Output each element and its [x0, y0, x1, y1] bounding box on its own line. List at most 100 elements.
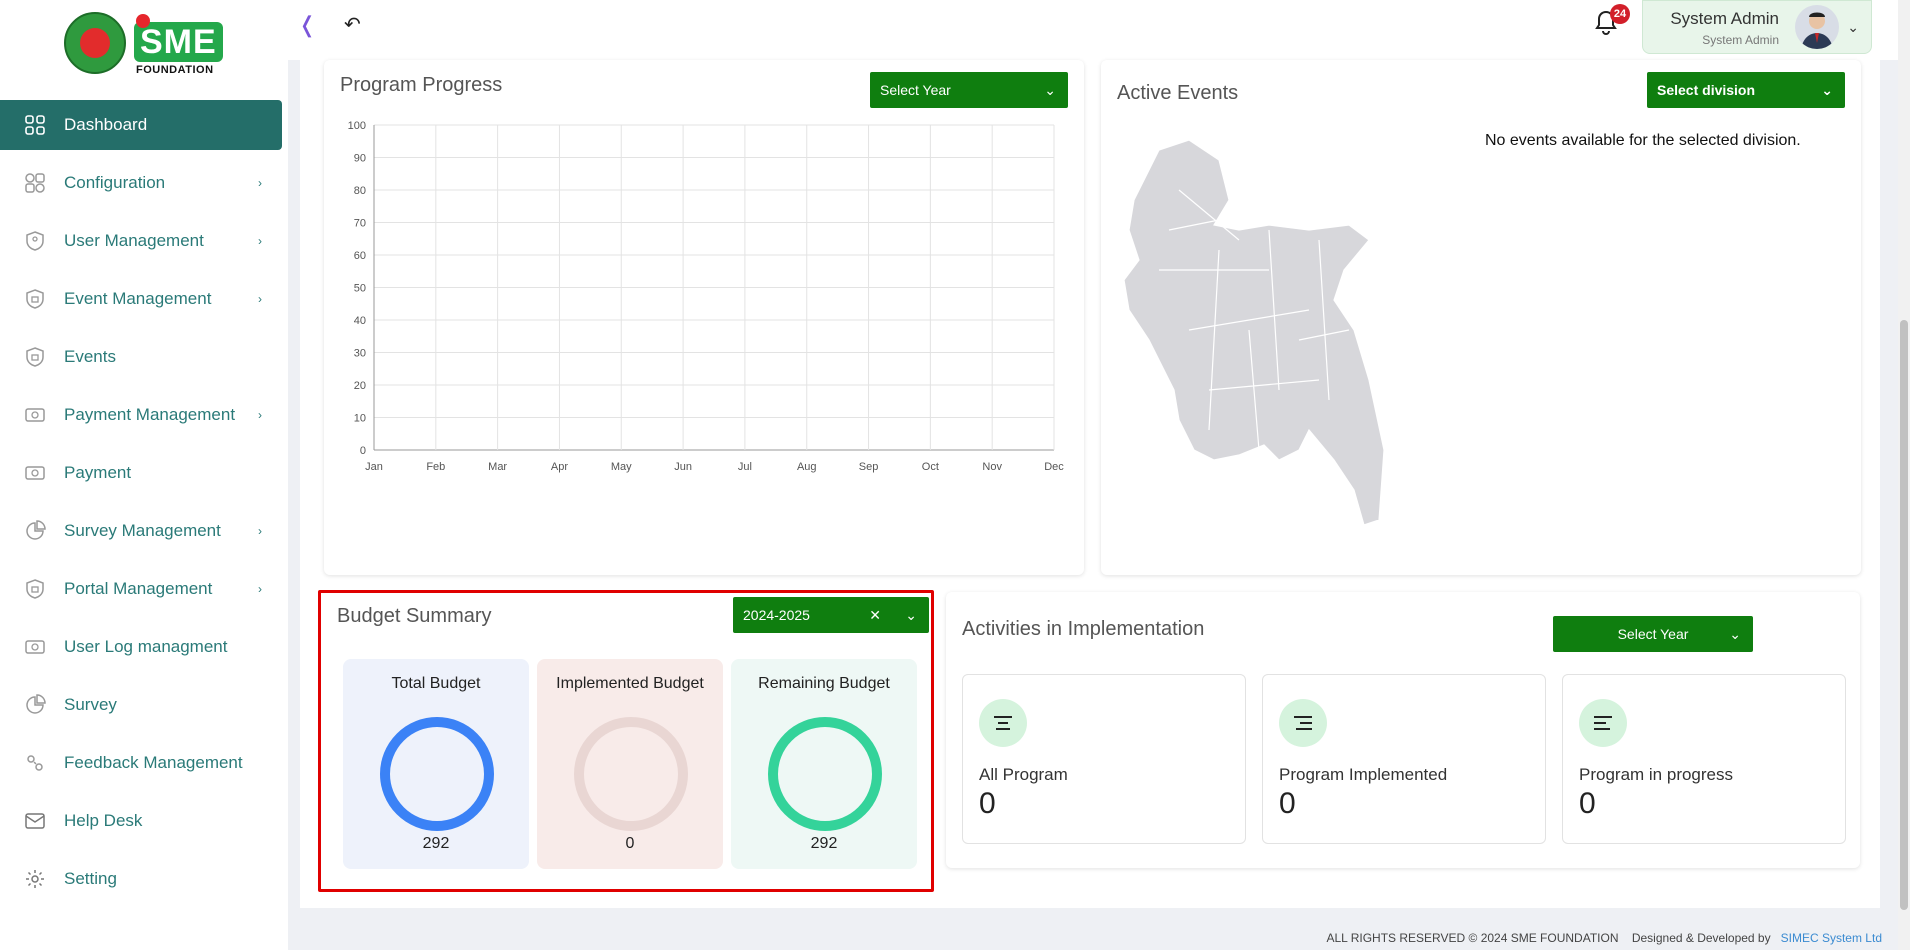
sidebar-item-events[interactable]: Events: [0, 332, 282, 382]
x-tick-label: May: [611, 461, 632, 473]
chevron-down-icon: ⌄: [1821, 82, 1833, 98]
selected-year: 2024-2025: [743, 607, 810, 623]
x-tick-label: Mar: [488, 461, 507, 473]
x-tick-label: Apr: [551, 461, 568, 473]
activities-card: Activities in Implementation Select Year…: [946, 592, 1860, 868]
y-tick-label: 30: [354, 348, 366, 360]
sidebar-item-payment[interactable]: Payment: [0, 448, 282, 498]
sidebar-item-event-management[interactable]: Event Management ›: [0, 274, 282, 324]
sidebar-item-label: Event Management: [64, 289, 212, 308]
user-shield-icon: [24, 230, 46, 252]
program-progress-chart: 0 10 20 30 40 50 60 70 80 90 100 Jan Feb Mar Apr May Jun…: [324, 120, 1084, 535]
x-tick-label: Nov: [982, 461, 1002, 473]
sme-foundation-logo[interactable]: SME FOUNDATION: [64, 8, 224, 78]
scrollbar[interactable]: [1898, 0, 1910, 950]
y-tick-label: 80: [354, 185, 366, 197]
implemented-budget-tile: Implemented Budget 0: [537, 659, 723, 869]
program-progress-year-select[interactable]: Select Year ⌄: [870, 72, 1068, 108]
sidebar-item-label: Survey Management: [64, 521, 221, 540]
remaining-budget-tile: Remaining Budget 292: [731, 659, 917, 869]
align-left-icon: [1579, 699, 1627, 747]
sidebar-item-survey[interactable]: Survey: [0, 680, 282, 730]
align-right-icon: [1279, 699, 1327, 747]
sidebar-item-label: Dashboard: [64, 115, 148, 134]
footer-rights: ALL RIGHTS RESERVED © 2024 SME FOUNDATIO…: [1326, 931, 1619, 945]
select-year-label: Select Year: [1617, 626, 1689, 642]
scrollbar-thumb[interactable]: [1900, 320, 1908, 910]
user-role: System Admin: [1702, 33, 1779, 47]
sidebar-item-setting[interactable]: Setting: [0, 854, 282, 904]
sidebar-item-label: Configuration: [64, 173, 166, 192]
sidebar-item-label: User Management: [64, 231, 204, 250]
budget-year-select[interactable]: 2024-2025 ✕ ⌄: [733, 597, 929, 633]
x-tick-label: Jul: [738, 461, 752, 473]
chart-svg: 0 10 20 30 40 50 60 70 80 90 100 Jan Feb Mar Apr May Jun…: [348, 120, 1065, 473]
sidebar-item-label: Events: [64, 347, 116, 366]
program-progress-card: Program Progress Select Year ⌄ 0 10 20 30 40…: [324, 60, 1084, 575]
budget-summary-title: Budget Summary: [337, 605, 492, 627]
y-tick-label: 50: [354, 283, 366, 295]
avatar: [1795, 5, 1839, 49]
back-icon[interactable]: ↶: [344, 12, 361, 37]
sidebar-item-feedback-management[interactable]: Feedback Management: [0, 738, 282, 788]
tile-value: 292: [810, 835, 838, 852]
sidebar-item-portal-management[interactable]: Portal Management ›: [0, 564, 282, 614]
sidebar-item-survey-management[interactable]: Survey Management ›: [0, 506, 282, 556]
activities-year-select[interactable]: Select Year ⌄: [1553, 616, 1753, 652]
tile-value: 292: [422, 835, 450, 852]
chevron-down-icon: ⌄: [1847, 19, 1859, 35]
x-tick-label: Sep: [859, 461, 879, 473]
sidebar-item-label: User Log managment: [64, 637, 228, 656]
payment-icon: [24, 462, 46, 484]
payment-icon: [24, 636, 46, 658]
stat-value: 0: [1279, 787, 1296, 820]
sidebar-item-label: Help Desk: [64, 811, 143, 830]
clear-icon[interactable]: ✕: [869, 597, 881, 633]
program-implemented-stat[interactable]: Program Implemented 0: [1262, 674, 1546, 844]
all-program-stat[interactable]: All Program 0: [962, 674, 1246, 844]
sidebar-item-payment-management[interactable]: Payment Management ›: [0, 390, 282, 440]
mail-icon: [24, 810, 46, 832]
lock-icon: [24, 288, 46, 310]
chevron-down-icon[interactable]: ⌄: [905, 597, 917, 633]
remaining-budget-ring: [768, 717, 882, 831]
sidebar-item-user-management[interactable]: User Management ›: [0, 216, 282, 266]
footer-company-link[interactable]: SIMEC System Ltd: [1781, 931, 1882, 945]
x-tick-label: Jan: [365, 461, 383, 473]
y-tick-label: 70: [354, 218, 366, 230]
grid-icon: [24, 114, 46, 136]
y-tick-label: 60: [354, 250, 366, 262]
sidebar-item-dashboard[interactable]: Dashboard: [0, 100, 282, 150]
user-menu[interactable]: System Admin System Admin ⌄: [1642, 0, 1872, 54]
sidebar-item-configuration[interactable]: Configuration ›: [0, 158, 282, 208]
feedback-icon: [24, 752, 46, 774]
y-tick-label: 40: [354, 315, 366, 327]
x-tick-label: Dec: [1044, 461, 1064, 473]
logo-text: SME: [134, 22, 223, 62]
payment-icon: [24, 404, 46, 426]
sidebar-item-label: Feedback Management: [64, 753, 243, 772]
pie-icon: [24, 520, 46, 542]
x-tick-label: Feb: [426, 461, 445, 473]
lock-icon: [24, 578, 46, 600]
chevron-right-icon: ›: [258, 582, 262, 596]
program-in-progress-stat[interactable]: Program in progress 0: [1562, 674, 1846, 844]
y-tick-label: 0: [360, 445, 366, 457]
stat-label: Program Implemented: [1279, 765, 1448, 784]
collapse-sidebar-icon[interactable]: ❬: [298, 12, 316, 38]
chevron-down-icon: ⌄: [1729, 626, 1741, 642]
x-tick-label: Aug: [797, 461, 817, 473]
sidebar-item-help-desk[interactable]: Help Desk: [0, 796, 282, 846]
sidebar-item-label: Survey: [64, 695, 117, 714]
program-progress-title: Program Progress: [340, 74, 503, 96]
x-tick-label: Jun: [674, 461, 692, 473]
sidebar-item-user-log-managment[interactable]: User Log managment: [0, 622, 282, 672]
bangladesh-map[interactable]: [1119, 130, 1419, 550]
division-select[interactable]: Select division ⌄: [1647, 72, 1845, 108]
tile-value: 0: [625, 835, 635, 852]
user-name: System Admin: [1670, 9, 1779, 28]
tile-label: Total Budget: [391, 675, 481, 692]
align-center-icon: [979, 699, 1027, 747]
notifications-bell[interactable]: 24: [1594, 4, 1630, 40]
stat-label: Program in progress: [1579, 765, 1734, 784]
